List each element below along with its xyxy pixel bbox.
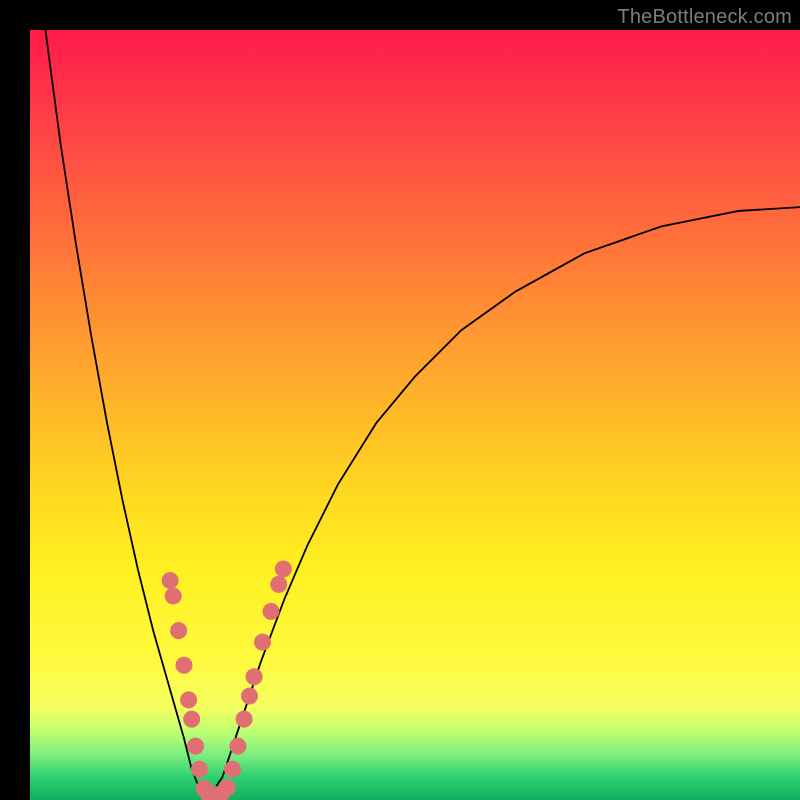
watermark-text: TheBottleneck.com — [617, 6, 792, 29]
data-dot — [229, 738, 246, 755]
data-dot — [183, 711, 200, 728]
data-dot — [180, 691, 197, 708]
curve-left-branch — [45, 30, 207, 800]
chart-frame: TheBottleneck.com — [0, 0, 800, 800]
data-dot — [219, 779, 236, 796]
data-dot — [170, 622, 187, 639]
data-dot — [176, 657, 193, 674]
data-dot — [236, 711, 253, 728]
data-dot — [224, 761, 241, 778]
plot-area — [30, 30, 800, 800]
data-dots — [162, 561, 292, 800]
data-dot — [246, 668, 263, 685]
curve-svg — [30, 30, 800, 800]
curve-right-branch — [207, 207, 800, 800]
data-dot — [191, 761, 208, 778]
data-dot — [187, 738, 204, 755]
data-dot — [263, 603, 280, 620]
data-dot — [165, 587, 182, 604]
data-dot — [162, 572, 179, 589]
data-dot — [275, 561, 292, 578]
data-dot — [254, 634, 271, 651]
data-dot — [270, 576, 287, 593]
data-dot — [241, 688, 258, 705]
